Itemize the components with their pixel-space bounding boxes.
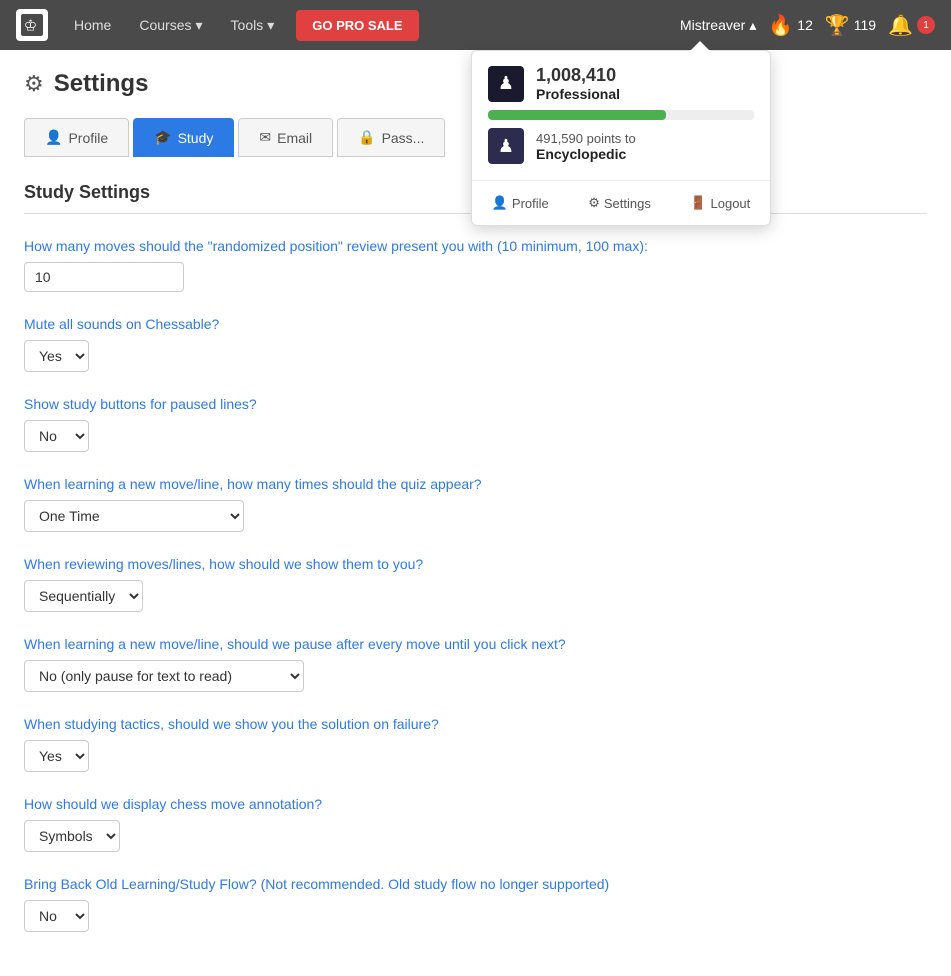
avatar: ♟ (488, 66, 524, 102)
select-study-buttons[interactable]: No Yes (24, 420, 89, 452)
field-label-tactics-solution: When studying tactics, should we show yo… (24, 716, 927, 732)
field-old-flow: Bring Back Old Learning/Study Flow? (Not… (24, 876, 927, 932)
select-quiz-appear[interactable]: One Time Two Times Three Times (24, 500, 244, 532)
username-menu[interactable]: Mistreaver ▴ (680, 17, 756, 34)
points-info: 1,008,410 Professional (536, 65, 620, 102)
nav-courses[interactable]: Courses ▾ (129, 11, 212, 40)
dropdown-profile-link[interactable]: 👤 Profile (480, 191, 561, 215)
input-randomized-position[interactable] (24, 262, 184, 292)
person-icon: 👤 (45, 129, 62, 146)
gear-icon: ⚙ (588, 195, 600, 211)
field-label-old-flow: Bring Back Old Learning/Study Flow? (Not… (24, 876, 927, 892)
chevron-up-icon: ▴ (749, 17, 756, 34)
page-title: Settings (54, 70, 149, 98)
dropdown-settings-link[interactable]: ⚙ Settings (576, 191, 663, 215)
dropdown-next-row: ♟ 491,590 points to Encyclopedic (488, 128, 754, 174)
notification-icon-group[interactable]: 🏆 119 (825, 13, 876, 38)
field-mute-sounds: Mute all sounds on Chessable? Yes No (24, 316, 927, 372)
go-pro-button[interactable]: GO PRO SALE (296, 10, 418, 41)
profile-dropdown: ♟ 1,008,410 Professional ♟ 491,590 point… (471, 50, 771, 226)
progress-bar (488, 110, 754, 120)
chevron-down-icon: ▾ (196, 17, 203, 34)
dropdown-arrow (690, 41, 710, 51)
progress-bar-fill (488, 110, 666, 120)
bell-icon-group[interactable]: 🔔 1 (888, 13, 935, 38)
dropdown-logout-link[interactable]: 🚪 Logout (678, 191, 762, 215)
select-pause-move[interactable]: No (only pause for text to read) Yes (24, 660, 304, 692)
select-annotation[interactable]: Symbols Text (24, 820, 120, 852)
field-tactics-solution: When studying tactics, should we show yo… (24, 716, 927, 772)
next-points-text: 491,590 points to (536, 131, 636, 146)
field-pause-move: When learning a new move/line, should we… (24, 636, 927, 692)
select-review-order[interactable]: Sequentially Randomly (24, 580, 143, 612)
site-logo[interactable]: ♔ (16, 9, 48, 41)
trophy-icon: 🏆 (825, 13, 850, 38)
field-label-mute-sounds: Mute all sounds on Chessable? (24, 316, 927, 332)
field-label-annotation: How should we display chess move annotat… (24, 796, 927, 812)
next-rank-info: 491,590 points to Encyclopedic (536, 131, 636, 162)
select-old-flow[interactable]: No Yes (24, 900, 89, 932)
bell-badge: 1 (917, 16, 935, 34)
field-label-study-buttons: Show study buttons for paused lines? (24, 396, 927, 412)
field-quiz-appear: When learning a new move/line, how many … (24, 476, 927, 532)
field-review-order: When reviewing moves/lines, how should w… (24, 556, 927, 612)
settings-gear-icon: ⚙ (24, 71, 44, 97)
points-value: 1,008,410 (536, 65, 620, 86)
bell-icon: 🔔 (888, 13, 913, 38)
person-icon: 👤 (492, 195, 508, 211)
chevron-down-icon: ▾ (267, 17, 274, 34)
select-tactics-solution[interactable]: Yes No (24, 740, 89, 772)
lock-icon: 🔒 (358, 129, 375, 146)
flame-icon: 🔥 (768, 13, 793, 38)
field-label-review-order: When reviewing moves/lines, how should w… (24, 556, 927, 572)
graduation-icon: 🎓 (154, 129, 171, 146)
logout-icon: 🚪 (690, 195, 706, 211)
select-mute-sounds[interactable]: Yes No (24, 340, 89, 372)
field-label-quiz-appear: When learning a new move/line, how many … (24, 476, 927, 492)
dropdown-points-section: ♟ 1,008,410 Professional ♟ 491,590 point… (472, 51, 770, 180)
svg-text:♔: ♔ (24, 18, 38, 35)
navbar-right: Mistreaver ▴ 🔥 12 🏆 119 🔔 1 (680, 13, 935, 38)
streak-icon-group[interactable]: 🔥 12 (768, 13, 812, 38)
nav-home[interactable]: Home (64, 11, 121, 39)
nav-tools[interactable]: Tools ▾ (221, 11, 285, 40)
dropdown-menu: 👤 Profile ⚙ Settings 🚪 Logout (472, 181, 770, 225)
tab-study[interactable]: 🎓 Study (133, 118, 234, 157)
field-randomized-position: How many moves should the "randomized po… (24, 238, 927, 292)
rank-label: Professional (536, 86, 620, 102)
next-rank-avatar: ♟ (488, 128, 524, 164)
tab-profile[interactable]: 👤 Profile (24, 118, 129, 157)
field-annotation: How should we display chess move annotat… (24, 796, 927, 852)
field-label-pause-move: When learning a new move/line, should we… (24, 636, 927, 652)
email-icon: ✉ (259, 129, 271, 146)
dropdown-user-row: ♟ 1,008,410 Professional (488, 65, 754, 102)
tab-email[interactable]: ✉ Email (238, 118, 333, 157)
navbar: ♔ Home Courses ▾ Tools ▾ GO PRO SALE Mis… (0, 0, 951, 50)
field-label-randomized-position: How many moves should the "randomized po… (24, 238, 927, 254)
field-study-buttons: Show study buttons for paused lines? No … (24, 396, 927, 452)
tab-password[interactable]: 🔒 Pass... (337, 118, 445, 157)
next-rank-label: Encyclopedic (536, 146, 636, 162)
